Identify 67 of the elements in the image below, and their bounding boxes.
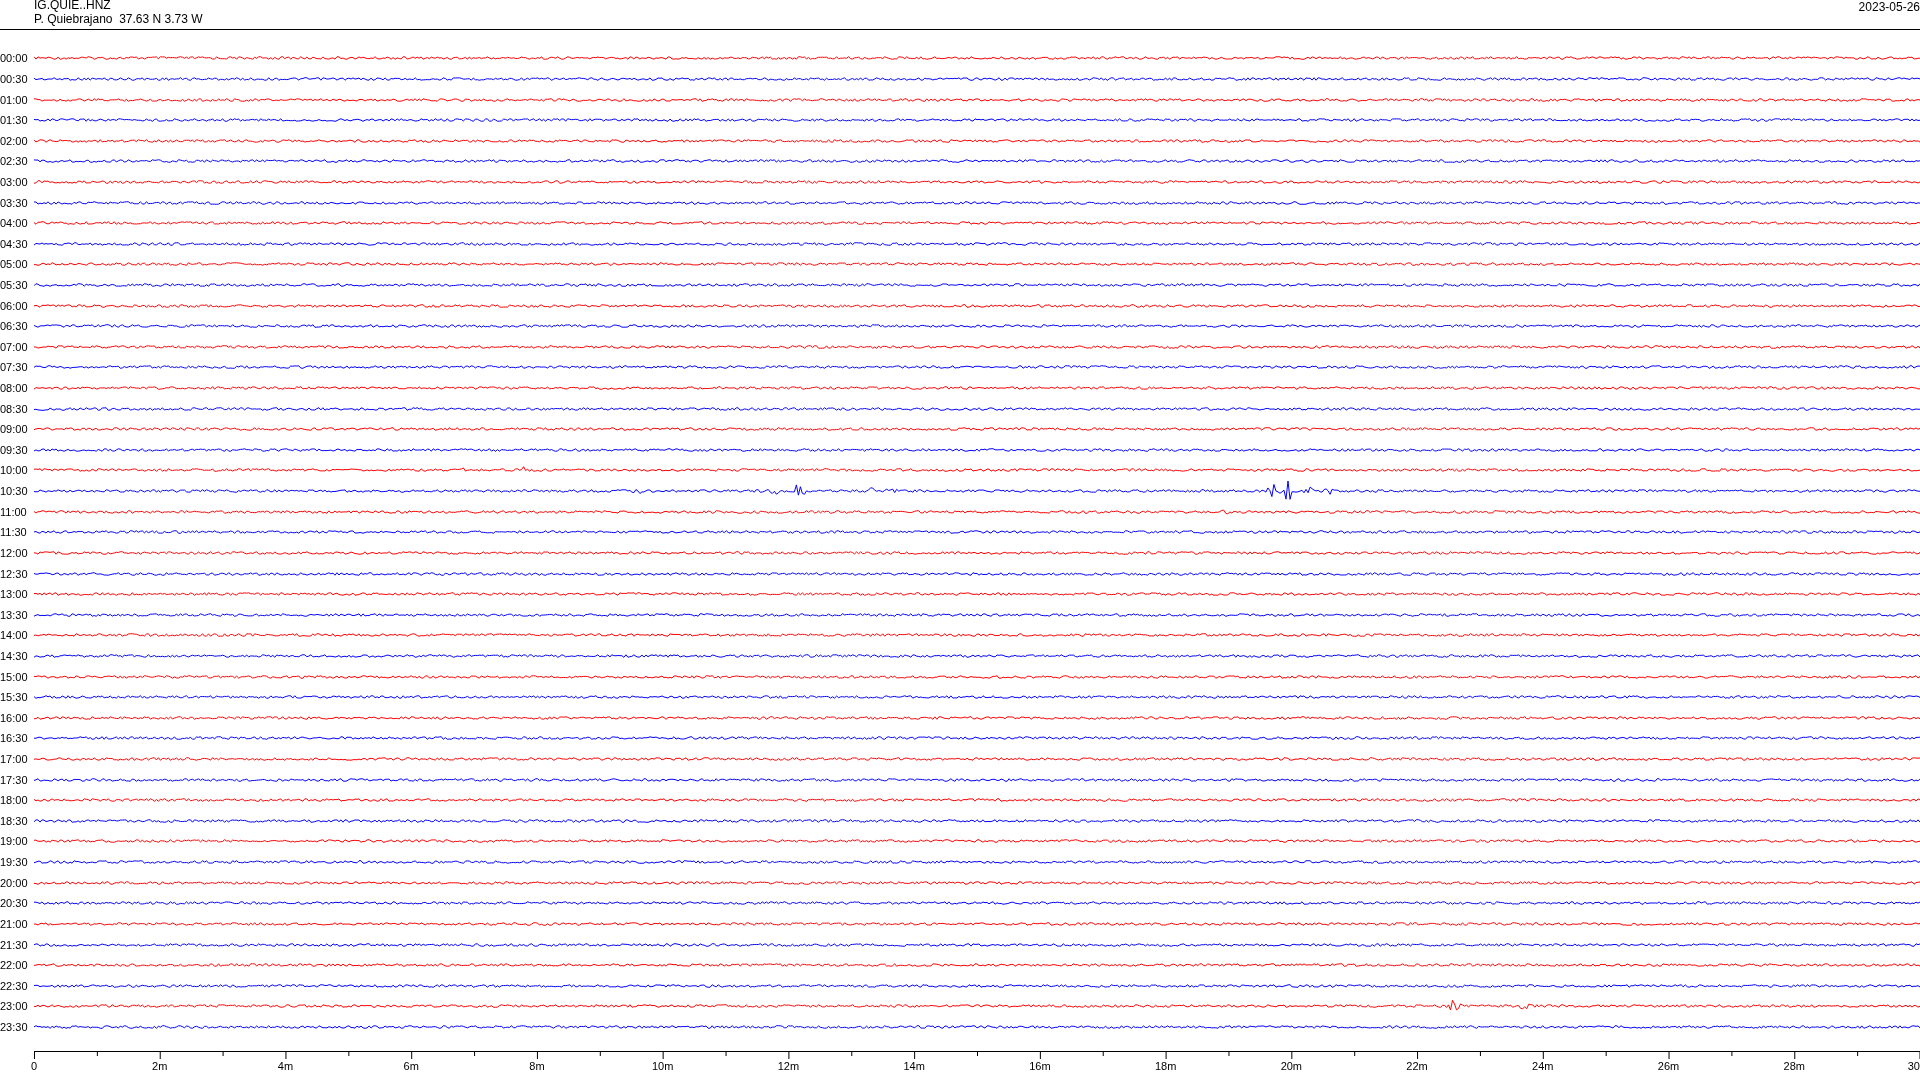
time-label: 08:00 xyxy=(0,382,29,395)
time-label: 21:00 xyxy=(0,917,29,930)
time-label: 19:30 xyxy=(0,856,29,869)
time-label: 13:00 xyxy=(0,588,29,601)
tick-label: 26m xyxy=(1657,1060,1680,1074)
time-label: 21:30 xyxy=(0,938,29,951)
time-label: 00:30 xyxy=(0,72,29,85)
time-label: 18:30 xyxy=(0,814,29,827)
channel-code: IG.QUIE..HNZ xyxy=(34,0,112,12)
time-label: 01:00 xyxy=(0,93,29,106)
time-label: 09:00 xyxy=(0,423,29,436)
time-label: 12:30 xyxy=(0,567,29,580)
time-label: 07:30 xyxy=(0,361,29,374)
tick-label: 4m xyxy=(277,1060,294,1074)
time-label: 20:00 xyxy=(0,876,29,889)
time-label: 11:30 xyxy=(0,526,28,539)
time-label: 09:30 xyxy=(0,443,29,456)
tick-label: 14m xyxy=(903,1060,925,1074)
time-label: 17:00 xyxy=(0,753,29,765)
time-label: 19:00 xyxy=(0,835,29,848)
time-label: 05:30 xyxy=(0,279,29,291)
time-label: 14:30 xyxy=(0,649,29,662)
tick-label: 10m xyxy=(651,1060,674,1074)
time-label: 12:00 xyxy=(0,546,29,559)
time-label: 02:00 xyxy=(0,134,29,147)
time-label: 03:30 xyxy=(0,196,29,209)
tick-label: 18m xyxy=(1154,1060,1177,1074)
tick-label: 30 xyxy=(1907,1060,1920,1074)
time-label: 00:00 xyxy=(0,52,29,65)
time-label: 18:00 xyxy=(0,794,29,807)
time-label: 23:30 xyxy=(0,1020,29,1033)
time-label: 01:30 xyxy=(0,114,29,127)
time-label: 05:00 xyxy=(0,258,29,271)
tick-label: 22m xyxy=(1406,1060,1428,1074)
time-label: 03:00 xyxy=(0,175,29,188)
tick-label: 12m xyxy=(777,1060,800,1074)
time-label: 10:30 xyxy=(0,485,29,498)
tick-label: 16m xyxy=(1029,1060,1051,1074)
time-label: 04:00 xyxy=(0,217,29,230)
tick-label: 24m xyxy=(1532,1060,1554,1074)
date-label: 2023-05-26 xyxy=(1858,0,1920,14)
tick-label: 0 xyxy=(31,1060,38,1074)
time-label: 08:30 xyxy=(0,402,29,415)
tick-label: 2m xyxy=(152,1060,168,1074)
time-label: 10:00 xyxy=(0,464,29,477)
station-info: P. Quiebrajano 37.63 N 3.73 W xyxy=(34,12,203,26)
time-label: 16:30 xyxy=(0,732,29,745)
time-label: 14:00 xyxy=(0,629,29,642)
time-label: 15:00 xyxy=(0,670,29,683)
time-label: 06:30 xyxy=(0,320,29,333)
tick-label: 6m xyxy=(403,1060,419,1074)
time-label: 22:30 xyxy=(0,979,29,992)
tick-label: 20m xyxy=(1280,1060,1303,1074)
time-label: 13:30 xyxy=(0,608,29,621)
time-label: 23:00 xyxy=(0,1000,29,1013)
tick-label: 8m xyxy=(529,1060,545,1074)
time-label: 11:00 xyxy=(0,505,28,518)
time-label: 17:30 xyxy=(0,773,29,786)
time-label: 15:30 xyxy=(0,691,29,704)
time-label: 06:00 xyxy=(0,299,29,312)
time-label: 02:30 xyxy=(0,155,29,168)
time-label: 20:30 xyxy=(0,897,29,910)
time-label: 07:00 xyxy=(0,340,29,353)
time-label: 22:00 xyxy=(0,959,29,972)
time-label: 16:00 xyxy=(0,711,29,724)
tick-label: 28m xyxy=(1783,1060,1805,1074)
time-label: 04:30 xyxy=(0,237,29,250)
